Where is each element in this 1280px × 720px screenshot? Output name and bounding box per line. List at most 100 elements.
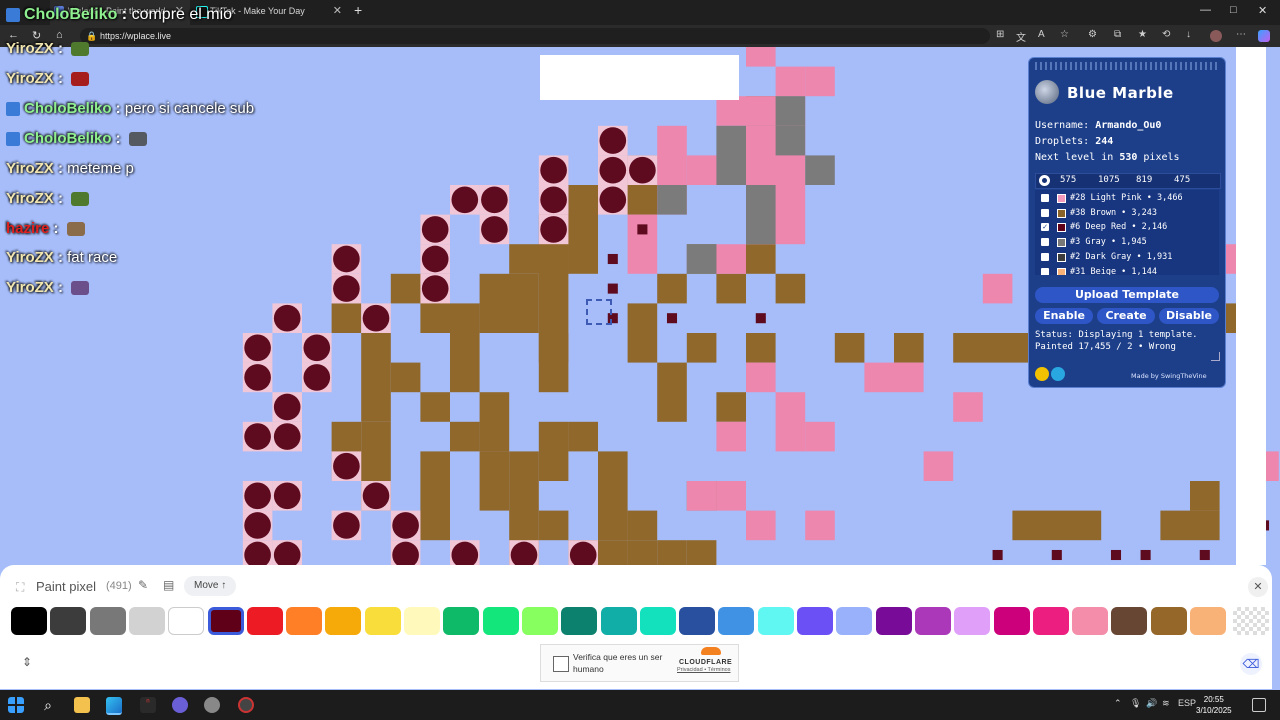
favorites-icon[interactable]: ★	[1138, 29, 1147, 40]
start-icon[interactable]	[8, 697, 24, 713]
close-tab-icon[interactable]: ✕	[333, 0, 342, 22]
template-coords[interactable]: 575 1075 819 475	[1035, 173, 1221, 189]
color-swatch[interactable]	[404, 607, 440, 635]
color-swatch[interactable]	[482, 607, 519, 635]
drag-handle[interactable]	[1035, 62, 1219, 70]
split-icon[interactable]: ⧉	[1114, 29, 1121, 40]
color-swatch[interactable]	[246, 607, 283, 635]
pencil-icon[interactable]: ✎	[138, 578, 148, 592]
tray-chevron-icon[interactable]: ⌃	[1114, 698, 1122, 709]
new-tab-icon[interactable]: +	[354, 2, 362, 18]
color-swatch[interactable]	[1150, 607, 1187, 635]
color-swatch[interactable]	[639, 607, 676, 635]
extensions-icon[interactable]: ⚙	[1088, 29, 1097, 40]
enable-button[interactable]: Enable	[1035, 308, 1093, 324]
color-swatch[interactable]	[679, 607, 716, 635]
edge-icon[interactable]	[106, 697, 122, 715]
move-button[interactable]: Move ↑	[184, 576, 237, 596]
emoji-badge-icon[interactable]	[1035, 367, 1049, 381]
downloads-icon[interactable]: ↓	[1186, 29, 1191, 40]
clock[interactable]: 20:55 3/10/2025	[1196, 694, 1232, 716]
template-color-row[interactable]: #31 Beige • 1,144	[1035, 265, 1219, 275]
globe-badge-icon[interactable]	[1051, 367, 1065, 381]
search-icon[interactable]: ⌕	[40, 697, 56, 713]
color-swatch[interactable]	[993, 607, 1030, 635]
apps-icon[interactable]: ⊞	[996, 29, 1004, 40]
copilot-icon[interactable]	[1258, 30, 1270, 42]
color-swatch[interactable]	[1190, 607, 1226, 635]
eraser-icon[interactable]: ⌫	[1240, 653, 1262, 675]
collapse-toggle-icon[interactable]: ⇕	[22, 655, 32, 669]
color-checkbox[interactable]	[1041, 252, 1049, 261]
captcha-links[interactable]: Privacidad • Términos	[677, 667, 730, 673]
language-indicator[interactable]: ESP	[1178, 698, 1196, 708]
upload-template-button[interactable]: Upload Template	[1035, 287, 1219, 303]
color-swatch[interactable]	[797, 607, 833, 635]
color-swatch[interactable]	[364, 607, 401, 635]
color-checkbox[interactable]	[1041, 194, 1049, 202]
notifications-icon[interactable]	[1252, 698, 1266, 712]
microphone-icon[interactable]: 🎙	[1130, 698, 1141, 709]
blue-marble-panel[interactable]: Blue Marble Username: Armando_Ou0 Drople…	[1028, 57, 1226, 388]
transparent-swatch[interactable]	[1233, 607, 1269, 635]
profile-avatar[interactable]	[1210, 30, 1222, 42]
coord-tile-x[interactable]: 575	[1060, 175, 1076, 185]
color-swatch[interactable]	[168, 607, 205, 635]
color-swatch[interactable]	[718, 607, 755, 635]
color-swatch[interactable]	[11, 607, 47, 635]
template-color-row[interactable]: #28 Light Pink • 3,466	[1035, 191, 1219, 205]
color-swatch[interactable]	[1032, 607, 1069, 635]
color-swatch[interactable]	[50, 607, 87, 635]
template-color-row[interactable]: #3 Gray • 1,945	[1035, 235, 1219, 249]
template-color-row[interactable]: #2 Dark Gray • 1,931	[1035, 250, 1219, 264]
address-bar[interactable]: 🔒 https://wplace.live	[80, 28, 990, 44]
color-swatch[interactable]	[600, 607, 637, 635]
favorite-icon[interactable]: ☆	[1060, 29, 1069, 40]
app-icon[interactable]: ⁿ	[140, 697, 156, 713]
color-checkbox[interactable]	[1041, 238, 1049, 247]
color-swatch[interactable]	[757, 607, 794, 635]
color-swatch[interactable]	[207, 607, 244, 635]
read-aloud-icon[interactable]: A	[1038, 29, 1045, 40]
color-swatch[interactable]	[1072, 607, 1109, 635]
settings-icon[interactable]	[204, 697, 220, 713]
close-icon[interactable]: ✕	[1248, 577, 1268, 597]
create-button[interactable]: Create	[1097, 308, 1155, 324]
coord-pixel-x[interactable]: 819	[1136, 175, 1152, 185]
color-swatch[interactable]	[561, 607, 598, 635]
color-swatch[interactable]	[954, 607, 991, 635]
pixel-selector-cursor[interactable]	[586, 299, 612, 325]
color-swatch[interactable]	[521, 607, 558, 635]
color-swatch[interactable]	[89, 607, 126, 635]
color-swatch[interactable]	[914, 607, 951, 635]
more-icon[interactable]: ⋯	[1236, 29, 1246, 40]
color-checkbox[interactable]	[1041, 267, 1049, 275]
coord-pixel-y[interactable]: 475	[1174, 175, 1190, 185]
color-swatch[interactable]	[875, 607, 912, 635]
coord-tile-y[interactable]: 1075	[1098, 175, 1120, 185]
template-color-row[interactable]: ✓ #6 Deep Red • 2,146	[1035, 220, 1219, 234]
template-color-list[interactable]: #28 Light Pink • 3,466 #38 Brown • 3,243 ✓…	[1035, 190, 1219, 275]
color-swatch[interactable]	[128, 607, 165, 635]
template-color-row[interactable]: #38 Brown • 3,243	[1035, 206, 1219, 220]
color-checkbox[interactable]: ✓	[1041, 223, 1049, 232]
close-window-icon[interactable]: ✕	[1258, 4, 1267, 17]
cloudflare-captcha[interactable]: Verifica que eres un ser humano CLOUDFLA…	[540, 644, 739, 682]
volume-icon[interactable]: 🔊	[1146, 698, 1157, 709]
disable-button[interactable]: Disable	[1159, 308, 1219, 324]
captcha-checkbox[interactable]	[553, 656, 569, 672]
recording-app-icon[interactable]	[238, 697, 254, 713]
minimize-icon[interactable]: —	[1200, 4, 1211, 16]
expand-icon[interactable]: ⛶	[16, 580, 24, 595]
resize-handle-icon[interactable]	[1211, 352, 1220, 361]
network-icon[interactable]: ≋	[1162, 698, 1170, 709]
file-explorer-icon[interactable]	[74, 697, 90, 713]
translate-icon[interactable]: 文	[1016, 29, 1026, 44]
color-swatch[interactable]	[836, 607, 873, 635]
maximize-icon[interactable]: □	[1230, 4, 1237, 16]
pin-icon[interactable]	[1039, 175, 1050, 186]
obs-icon[interactable]	[172, 697, 188, 713]
color-swatch[interactable]	[1111, 607, 1148, 635]
color-swatch[interactable]	[286, 607, 323, 635]
clipboard-icon[interactable]: ▤	[163, 578, 174, 592]
